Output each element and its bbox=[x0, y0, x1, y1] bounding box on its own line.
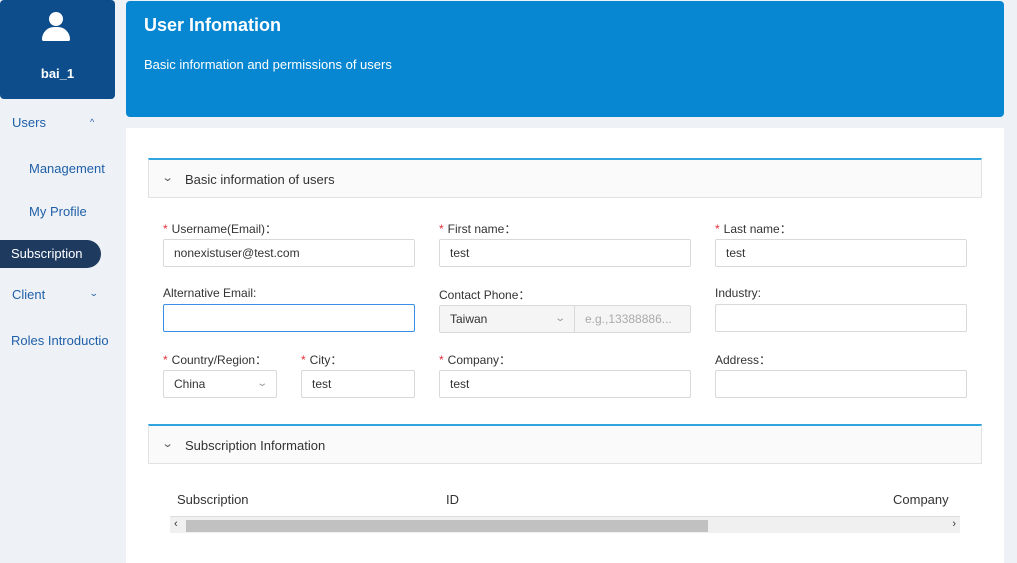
address-input[interactable] bbox=[715, 370, 967, 398]
user-avatar-icon bbox=[42, 12, 70, 42]
username-label: * Username(Email)： bbox=[163, 222, 278, 236]
scroll-left-icon[interactable]: ‹ bbox=[174, 518, 178, 530]
section-basic-info-title: Basic information of users bbox=[185, 172, 335, 187]
alt-email-input[interactable] bbox=[163, 304, 415, 332]
page-title: User Infomation bbox=[144, 15, 282, 35]
address-label: Address： bbox=[715, 353, 772, 367]
company-label: * Company： bbox=[439, 353, 512, 367]
username-input[interactable]: nonexistuser@test.com bbox=[163, 239, 415, 267]
chevron-down-icon: ⌄ bbox=[161, 438, 174, 450]
chevron-down-icon[interactable]: ⌄ bbox=[89, 288, 99, 299]
nav-users[interactable]: Users bbox=[12, 115, 46, 130]
nav-client[interactable]: Client bbox=[12, 287, 45, 302]
industry-input[interactable] bbox=[715, 304, 967, 332]
city-input[interactable]: test bbox=[301, 370, 415, 398]
nav-my-profile[interactable]: My Profile bbox=[29, 204, 87, 219]
city-label: * City： bbox=[301, 353, 343, 367]
chevron-down-icon: ⌄ bbox=[161, 172, 174, 184]
nav-subscription[interactable]: Subscription bbox=[0, 240, 101, 268]
last-name-label: * Last name： bbox=[715, 222, 792, 236]
column-header-subscription: Subscription bbox=[177, 492, 249, 507]
scroll-right-icon[interactable]: › bbox=[952, 518, 956, 530]
column-header-id: ID bbox=[446, 492, 459, 507]
scrollbar-thumb[interactable] bbox=[186, 520, 708, 532]
contact-phone-label: Contact Phone： bbox=[439, 288, 531, 302]
section-basic-info-header[interactable]: ⌄ Basic information of users bbox=[148, 158, 982, 198]
page-header: User Infomation Basic information and pe… bbox=[126, 1, 1004, 117]
chevron-down-icon: ⌄ bbox=[255, 378, 268, 389]
user-name: bai_1 bbox=[40, 66, 75, 81]
section-subscription-title: Subscription Information bbox=[185, 438, 326, 453]
user-card: bai_1 bbox=[0, 0, 115, 99]
phone-country-select[interactable]: Taiwan ⌄ bbox=[439, 305, 575, 333]
first-name-label: * First name： bbox=[439, 222, 517, 236]
industry-label: Industry: bbox=[715, 286, 762, 300]
nav-roles-introduction[interactable]: Roles Introductio bbox=[11, 333, 115, 348]
phone-number-input[interactable]: e.g.,13388886... bbox=[574, 305, 691, 333]
page-subtitle: Basic information and permissions of use… bbox=[144, 57, 392, 72]
main-panel: ⌄ Basic information of users * Username(E… bbox=[126, 128, 1004, 563]
country-label: * Country/Region： bbox=[163, 353, 268, 367]
sidebar: bai_1 Users ^ Management My Profile Subs… bbox=[0, 0, 120, 563]
country-select[interactable]: China ⌄ bbox=[163, 370, 277, 398]
chevron-up-icon[interactable]: ^ bbox=[90, 117, 94, 127]
table-horizontal-scrollbar[interactable]: ‹ › bbox=[170, 516, 960, 533]
nav-management[interactable]: Management bbox=[29, 161, 105, 176]
first-name-input[interactable]: test bbox=[439, 239, 691, 267]
contact-phone-group: Taiwan ⌄ e.g.,13388886... bbox=[439, 305, 691, 333]
column-header-company: Company bbox=[893, 492, 949, 507]
company-input[interactable]: test bbox=[439, 370, 691, 398]
last-name-input[interactable]: test bbox=[715, 239, 967, 267]
chevron-down-icon: ⌄ bbox=[553, 313, 566, 324]
section-subscription-header[interactable]: ⌄ Subscription Information bbox=[148, 424, 982, 464]
alt-email-label: Alternative Email: bbox=[163, 286, 257, 300]
